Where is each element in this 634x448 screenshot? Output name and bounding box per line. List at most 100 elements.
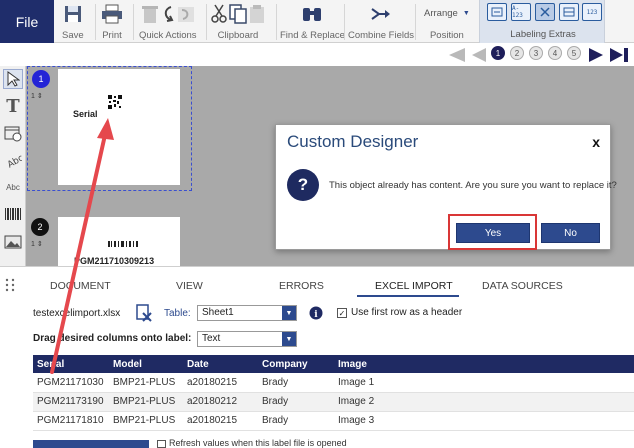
column-header-serial[interactable]: Serial — [33, 355, 109, 373]
grid-gutter — [26, 355, 33, 431]
paste-icon[interactable] — [249, 4, 265, 24]
excel-file-name: testexcelimport.xlsx — [33, 308, 121, 319]
labeling-extras-group: A-123 123 Labeling Extras — [479, 0, 605, 43]
table-cell: BMP21-PLUS — [109, 411, 183, 431]
excel-import-icon[interactable] — [535, 3, 555, 21]
column-header-image[interactable]: Image — [334, 355, 634, 373]
table-cell: PGM21171030 — [33, 373, 109, 393]
table-header-row: Serial Model Date Company Image — [33, 355, 634, 373]
next-page-icon[interactable] — [587, 47, 605, 63]
column-header-model[interactable]: Model — [109, 355, 183, 373]
save-icon — [63, 2, 83, 26]
info-icon[interactable]: i — [309, 306, 323, 320]
save-button[interactable]: Save — [62, 2, 84, 41]
redo-icon[interactable] — [177, 4, 195, 24]
clear-file-icon[interactable] — [136, 304, 152, 322]
undo-icon[interactable] — [161, 4, 175, 24]
rotated-text-icon: Abc — [6, 153, 22, 169]
tab-data-sources[interactable]: DATA SOURCES — [482, 280, 563, 292]
chevron-down-icon: ▼ — [462, 9, 470, 17]
table-label: Table: — [164, 308, 191, 319]
barcode-preview-icon — [108, 241, 138, 247]
column-header-company[interactable]: Company — [258, 355, 334, 373]
printer-icon — [101, 2, 123, 26]
table-cell: PGM21171810 — [33, 411, 109, 431]
last-page-icon[interactable] — [609, 47, 631, 63]
tab-errors[interactable]: ERRORS — [279, 280, 324, 292]
table-cell: Brady — [258, 392, 334, 412]
drag-target-select[interactable]: Text ▼ — [197, 331, 297, 347]
quick-actions-group: Quick Actions — [139, 2, 197, 41]
chevron-down-icon: ▼ — [282, 306, 296, 320]
stepper-arrows-icon: ⇕ — [36, 93, 43, 100]
page-button-3[interactable]: 3 — [529, 46, 543, 60]
abc-icon: Abc — [6, 182, 20, 192]
excel-data-table: Serial Model Date Company Image PGM21171… — [33, 355, 634, 431]
number-icon[interactable]: 123 — [582, 3, 602, 21]
print-button[interactable]: Print — [101, 2, 123, 41]
table-cell: a20180215 — [183, 411, 258, 431]
tab-excel-import[interactable]: EXCEL IMPORT — [375, 280, 453, 292]
barcode-tool[interactable] — [3, 204, 23, 224]
label-text-serial-value[interactable]: PGM211710309213 — [74, 256, 154, 266]
svg-text:Abc: Abc — [6, 153, 22, 169]
active-tab-indicator — [357, 295, 459, 297]
drag-columns-label: Drag desired columns onto label: — [33, 333, 192, 344]
dialog-close-button[interactable]: x — [592, 134, 600, 150]
copy-icon[interactable] — [229, 4, 247, 24]
page-button-1[interactable]: 1 — [491, 46, 505, 60]
page-button-5[interactable]: 5 — [567, 46, 581, 60]
drag-handle-icon[interactable] — [5, 278, 15, 292]
import-button[interactable] — [33, 440, 149, 448]
picture-icon — [4, 235, 22, 249]
page-button-2[interactable]: 2 — [510, 46, 524, 60]
abc-text-tool[interactable]: Abc — [3, 177, 23, 197]
refresh-values-checkbox[interactable] — [157, 440, 166, 448]
replace-content-dialog: Custom Designer x ? This object already … — [275, 124, 617, 250]
pointer-icon — [7, 71, 20, 87]
table-row[interactable]: PGM21171030 BMP21-PLUS a20180215 Brady I… — [33, 373, 634, 393]
table-icon[interactable] — [559, 3, 579, 21]
table-row[interactable]: PGM21171810 BMP21-PLUS a20180215 Brady I… — [33, 411, 634, 431]
table-cell: Brady — [258, 373, 334, 393]
text-tool[interactable]: T — [3, 96, 23, 117]
table-select[interactable]: Sheet1 ▼ — [197, 305, 297, 321]
label-number-badge-2: 2 — [31, 218, 49, 236]
date-time-tool[interactable] — [3, 123, 23, 143]
table-cell: Image 3 — [334, 411, 634, 431]
table-row[interactable]: PGM21173190 BMP21-PLUS a20180212 Brady I… — [33, 392, 634, 412]
vertical-text-tool[interactable]: Abc — [3, 150, 23, 170]
label-card-2[interactable]: PGM211710309213 — [58, 217, 180, 266]
label-number-badge-1: 1 — [32, 70, 50, 88]
combine-fields-button[interactable]: Combine Fields — [348, 2, 414, 41]
file-menu-button[interactable]: File — [0, 0, 54, 43]
svg-text:i: i — [314, 310, 318, 320]
first-page-icon[interactable] — [447, 47, 467, 63]
tab-document[interactable]: DOCUMENT — [50, 280, 111, 292]
chevron-down-icon: ▼ — [282, 332, 296, 346]
arrange-dropdown[interactable]: Arrange ▼ Position — [424, 2, 470, 42]
combine-arrow-icon — [370, 2, 392, 26]
use-header-checkbox[interactable]: ✓ — [337, 308, 347, 318]
cut-icon[interactable] — [211, 4, 227, 24]
table-cell: PGM21173190 — [33, 392, 109, 412]
column-header-date[interactable]: Date — [183, 355, 258, 373]
dialog-title: Custom Designer — [287, 132, 419, 151]
dialog-message: This object already has content. Are you… — [329, 180, 617, 191]
select-tool[interactable] — [3, 69, 23, 89]
prev-page-icon[interactable] — [470, 47, 488, 63]
clipboard-group: Clipboard — [211, 2, 265, 41]
copies-stepper-1[interactable]: 1 ⇕ — [31, 92, 43, 100]
trash-icon[interactable] — [141, 4, 159, 24]
yes-button[interactable]: Yes — [456, 223, 530, 243]
no-button[interactable]: No — [541, 223, 600, 243]
table-cell: BMP21-PLUS — [109, 373, 183, 393]
tab-view[interactable]: VIEW — [176, 280, 203, 292]
serialize-icon[interactable]: A-123 — [511, 3, 531, 21]
find-replace-button[interactable]: Find & Replace — [280, 2, 345, 41]
image-tool[interactable] — [3, 232, 23, 252]
copies-stepper-2[interactable]: 1 ⇕ — [31, 240, 43, 248]
page-button-4[interactable]: 4 — [548, 46, 562, 60]
calendar-icon — [4, 126, 22, 142]
label-layout-icon[interactable] — [487, 3, 507, 21]
